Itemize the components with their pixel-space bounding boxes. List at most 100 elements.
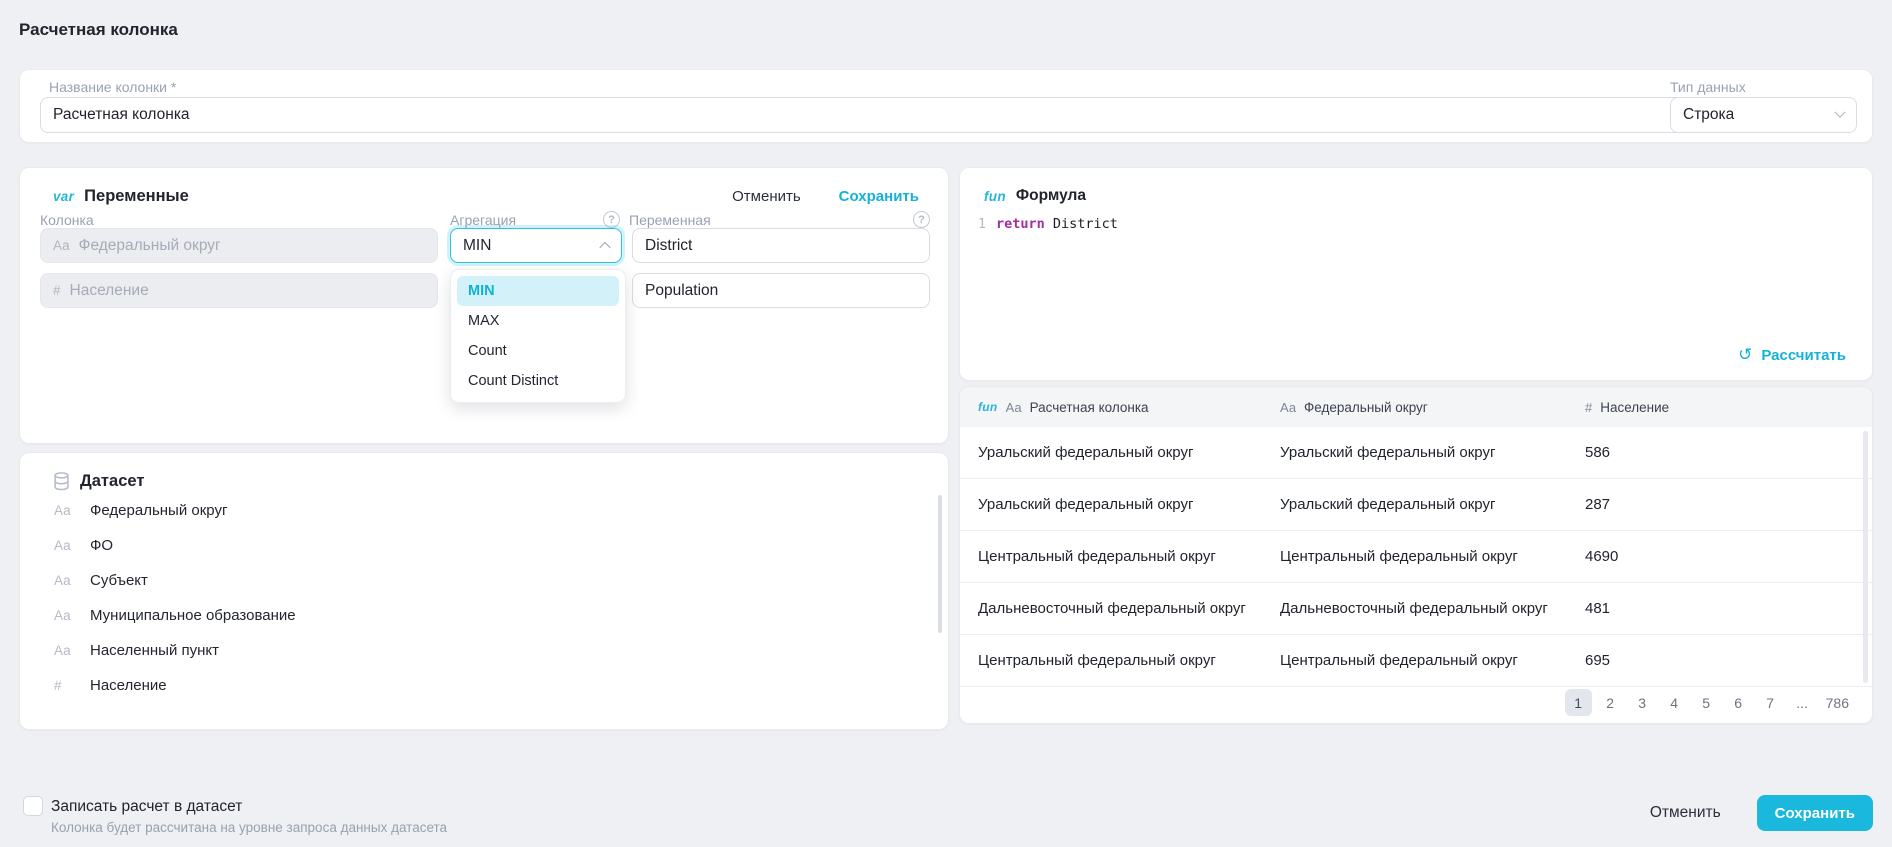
pagination-page[interactable]: 1	[1565, 689, 1592, 716]
aggregation-dropdown: MINMAXCountCount Distinct	[450, 269, 626, 403]
aggregation-col-label: Агрегация	[450, 212, 516, 228]
dataset-field[interactable]: АаНаселенный пункт	[20, 633, 948, 668]
column-title: Население	[1600, 400, 1669, 415]
dataset-panel: Датасет Аа Федеральный округ Аа ФО Аа Субъект…	[19, 452, 949, 730]
dropdown-option[interactable]: MIN	[457, 276, 619, 306]
dropdown-option[interactable]: MAX	[457, 306, 619, 336]
column-field-disabled: # Население	[40, 273, 438, 308]
variables-panel: var Переменные Отменить Сохранить Колонк…	[19, 167, 949, 444]
string-type-icon: Аа	[54, 503, 78, 518]
field-name: Субъект	[90, 572, 148, 589]
data-type-label: Тип данных	[1670, 79, 1746, 95]
page-title: Расчетная колонка	[19, 20, 178, 40]
table-scrollbar[interactable]	[1863, 431, 1868, 683]
table-row: Уральский федеральный округУральский фед…	[960, 479, 1872, 531]
string-type-icon: Аа	[1006, 400, 1022, 415]
formula-code-editor[interactable]: 1 return District	[972, 216, 1860, 232]
calculate-label: Рассчитать	[1761, 347, 1846, 364]
dropdown-option[interactable]: Count Distinct	[457, 366, 619, 396]
dataset-field[interactable]: Аа ФО	[20, 528, 948, 563]
dropdown-option[interactable]: Count	[457, 336, 619, 366]
pagination-page[interactable]: 2	[1597, 689, 1624, 716]
write-to-dataset-checkbox[interactable]	[23, 796, 43, 816]
number-type-icon: #	[54, 678, 78, 693]
checkbox-hint: Колонка будет рассчитана на уровне запро…	[51, 820, 447, 835]
column-settings-card: Название колонки * Тип данных Строка	[19, 69, 1873, 143]
pagination-page[interactable]: 6	[1725, 689, 1752, 716]
database-icon	[53, 472, 70, 491]
column-name-input[interactable]	[40, 97, 1687, 133]
fun-icon: fun	[978, 400, 998, 414]
table-header-cell: fun Аа Расчетная колонка	[978, 400, 1280, 415]
table-cell: 287	[1585, 496, 1854, 513]
column-col-label: Колонка	[40, 212, 94, 228]
pagination-page[interactable]: 5	[1693, 689, 1720, 716]
save-button[interactable]: Сохранить	[1757, 795, 1873, 831]
string-type-icon: Аа	[54, 643, 78, 658]
pagination-page[interactable]: 7	[1757, 689, 1784, 716]
dataset-field[interactable]: АаМуниципальное образование	[20, 598, 948, 633]
column-field-disabled: Аа Федеральный округ	[40, 228, 438, 263]
pagination-ellipsis: ...	[1789, 689, 1816, 716]
dataset-field[interactable]: Аа Федеральный округ	[20, 493, 948, 528]
help-icon[interactable]: ?	[913, 211, 930, 228]
dataset-title: Датасет	[80, 472, 144, 491]
table-cell: 586	[1585, 444, 1854, 461]
table-cell: Центральный федеральный округ	[1280, 548, 1585, 565]
string-type-icon: Аа	[54, 608, 78, 623]
refresh-icon: ↺	[1738, 345, 1752, 365]
string-type-icon: Аа	[1280, 400, 1296, 415]
table-row: Дальневосточный федеральный округДальнев…	[960, 583, 1872, 635]
chevron-down-icon	[1834, 107, 1845, 118]
field-name: Население	[90, 677, 167, 694]
formula-title: Формула	[1016, 187, 1086, 205]
formula-panel: fun Формула 1 return District ↺ Рассчита…	[959, 167, 1873, 381]
variables-save-button[interactable]: Сохранить	[839, 188, 919, 205]
variable-col-label: Переменная	[629, 212, 711, 228]
cancel-button[interactable]: Отменить	[1650, 804, 1721, 822]
table-cell: Центральный федеральный округ	[1280, 652, 1585, 669]
table-body: Уральский федеральный округУральский фед…	[960, 427, 1872, 687]
data-type-select[interactable]: Строка	[1670, 97, 1857, 133]
code-keyword: return	[996, 216, 1045, 232]
table-cell: 481	[1585, 600, 1854, 617]
table-cell: Уральский федеральный округ	[1280, 444, 1585, 461]
variables-cancel-button[interactable]: Отменить	[732, 188, 801, 205]
column-name-label: Название колонки *	[49, 79, 176, 95]
table-cell: 695	[1585, 652, 1854, 669]
number-type-icon: #	[53, 283, 61, 298]
data-type-value: Строка	[1683, 106, 1734, 124]
dataset-field-list: Аа Федеральный округ Аа ФО Аа Субъект АаМуници…	[20, 493, 948, 703]
pagination-page[interactable]: 786	[1821, 689, 1854, 716]
table-cell: Дальневосточный федеральный округ	[1280, 600, 1585, 617]
table-cell: Центральный федеральный округ	[978, 548, 1280, 565]
pagination-page[interactable]: 4	[1661, 689, 1688, 716]
table-cell: Центральный федеральный округ	[978, 652, 1280, 669]
aggregation-value: MIN	[463, 237, 491, 255]
string-type-icon: Аа	[53, 238, 70, 253]
variable-name-input[interactable]	[632, 273, 930, 308]
aggregation-select[interactable]: MIN	[450, 228, 622, 263]
field-name: Федеральный округ	[90, 502, 227, 519]
preview-table-panel: fun Аа Расчетная колонка Аа Федеральный окру…	[959, 386, 1873, 724]
string-type-icon: Аа	[54, 573, 78, 588]
table-row: Центральный федеральный округЦентральный…	[960, 635, 1872, 687]
dataset-field[interactable]: # Население	[20, 668, 948, 703]
table-cell: Уральский федеральный округ	[978, 444, 1280, 461]
column-title: Расчетная колонка	[1030, 400, 1149, 415]
pagination-page[interactable]: 3	[1629, 689, 1656, 716]
calculate-button[interactable]: ↺ Рассчитать	[1738, 345, 1846, 365]
number-type-icon: #	[1585, 400, 1592, 415]
table-row: Центральный федеральный округЦентральный…	[960, 531, 1872, 583]
help-icon[interactable]: ?	[603, 211, 620, 228]
variable-name-input[interactable]	[632, 228, 930, 263]
field-name: ФО	[90, 537, 113, 554]
checkbox-label: Записать расчет в датасет	[51, 798, 242, 816]
string-type-icon: Аа	[54, 538, 78, 553]
dataset-field[interactable]: Аа Субъект	[20, 563, 948, 598]
column-field-value: Федеральный округ	[79, 237, 221, 255]
calculated-column-dialog: Расчетная колонка Название колонки * Тип…	[0, 0, 1892, 847]
column-title: Федеральный округ	[1304, 400, 1428, 415]
dataset-scrollbar[interactable]	[938, 495, 942, 633]
pagination: 1234567...786	[1565, 689, 1854, 716]
